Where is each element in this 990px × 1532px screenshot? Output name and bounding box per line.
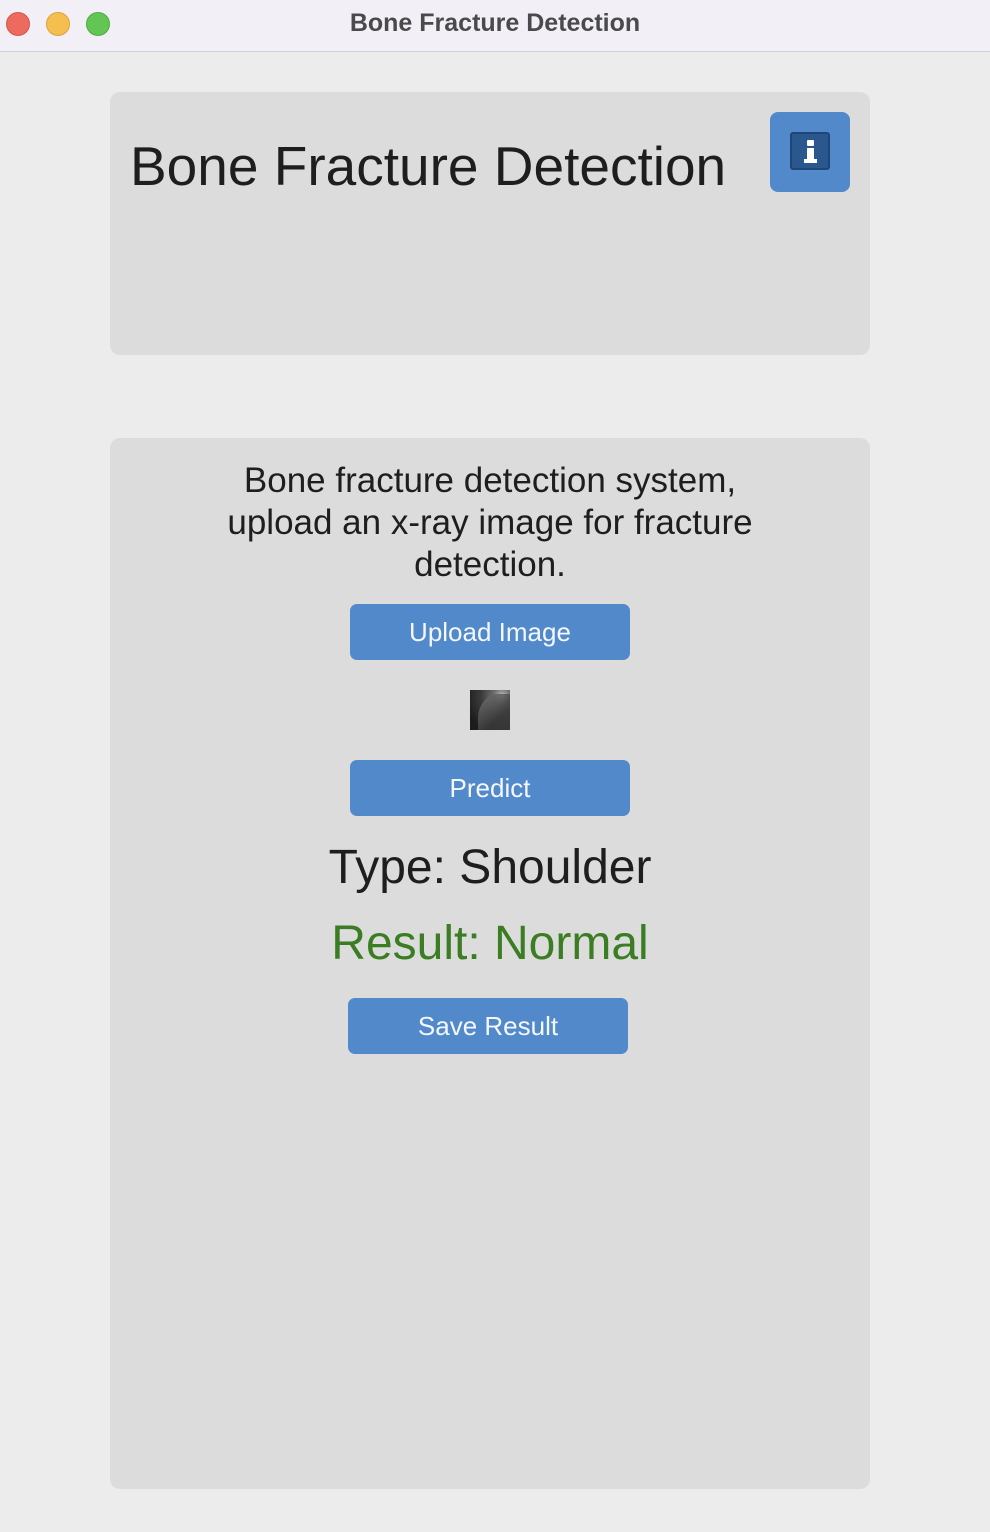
app-window: Bone Fracture Detection Bone Fracture De…: [0, 0, 990, 1532]
app-heading: Bone Fracture Detection: [130, 135, 727, 197]
description-text: Bone fracture detection system, upload a…: [227, 461, 753, 584]
info-button[interactable]: [770, 112, 850, 192]
xray-thumbnail: [470, 690, 510, 730]
header-panel: Bone Fracture Detection: [110, 92, 870, 355]
window-title: Bone Fracture Detection: [349, 9, 641, 37]
upload-image-button[interactable]: Upload Image: [350, 604, 630, 660]
save-result-button[interactable]: Save Result: [348, 998, 628, 1054]
type-label: Type: Shoulder: [328, 841, 652, 894]
result-label: Result: Normal: [331, 917, 649, 970]
title-bar: Bone Fracture Detection: [0, 0, 990, 52]
main-panel: Bone fracture detection system, upload a…: [110, 438, 870, 1489]
info-icon: [790, 132, 830, 170]
predict-button[interactable]: Predict: [350, 760, 630, 816]
